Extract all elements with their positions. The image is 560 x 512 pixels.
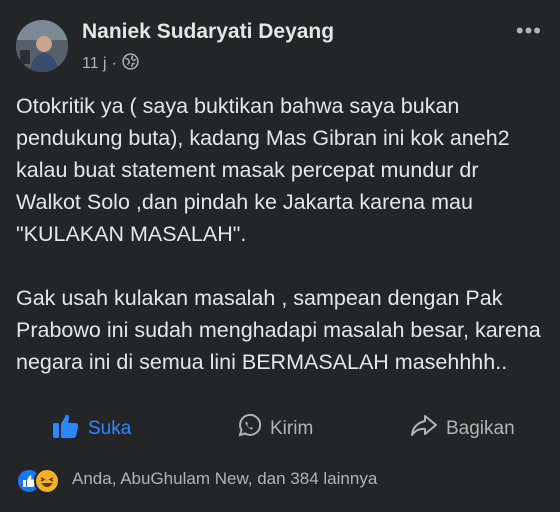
author-name[interactable]: Naniek Sudaryati Deyang xyxy=(82,20,334,44)
post-meta: 11 j · xyxy=(82,53,139,75)
post-time[interactable]: 11 j xyxy=(82,55,107,73)
reactions-bar[interactable]: Anda, AbuGhulam New, dan 384 lainnya xyxy=(16,466,378,494)
share-label: Bagikan xyxy=(446,418,515,439)
reaction-icons xyxy=(16,466,66,494)
post-paragraph: Gak usah kulakan masalah , sampean denga… xyxy=(16,286,541,374)
haha-reaction-icon xyxy=(34,468,60,494)
more-options-icon[interactable]: ••• xyxy=(516,18,542,44)
like-label: Suka xyxy=(88,418,132,439)
reactions-summary: Anda, AbuGhulam New, dan 384 lainnya xyxy=(72,469,378,488)
post-header: Naniek Sudaryati Deyang 11 j · ••• xyxy=(0,0,560,80)
share-button[interactable]: Bagikan xyxy=(410,408,515,450)
thumbs-up-icon xyxy=(52,413,80,445)
share-arrow-icon xyxy=(410,414,438,444)
whatsapp-icon xyxy=(236,413,262,445)
send-label: Kirim xyxy=(270,418,314,439)
post-body: Otokritik ya ( saya buktikan bahwa saya … xyxy=(16,90,546,378)
globe-icon xyxy=(122,53,139,75)
send-button[interactable]: Kirim xyxy=(236,408,313,450)
author-avatar[interactable] xyxy=(16,20,68,72)
like-button[interactable]: Suka xyxy=(52,408,131,450)
post-paragraph: Otokritik ya ( saya buktikan bahwa saya … xyxy=(16,94,510,246)
meta-separator: · xyxy=(111,55,117,72)
post-actions: Suka Kirim Bagikan xyxy=(0,408,560,450)
